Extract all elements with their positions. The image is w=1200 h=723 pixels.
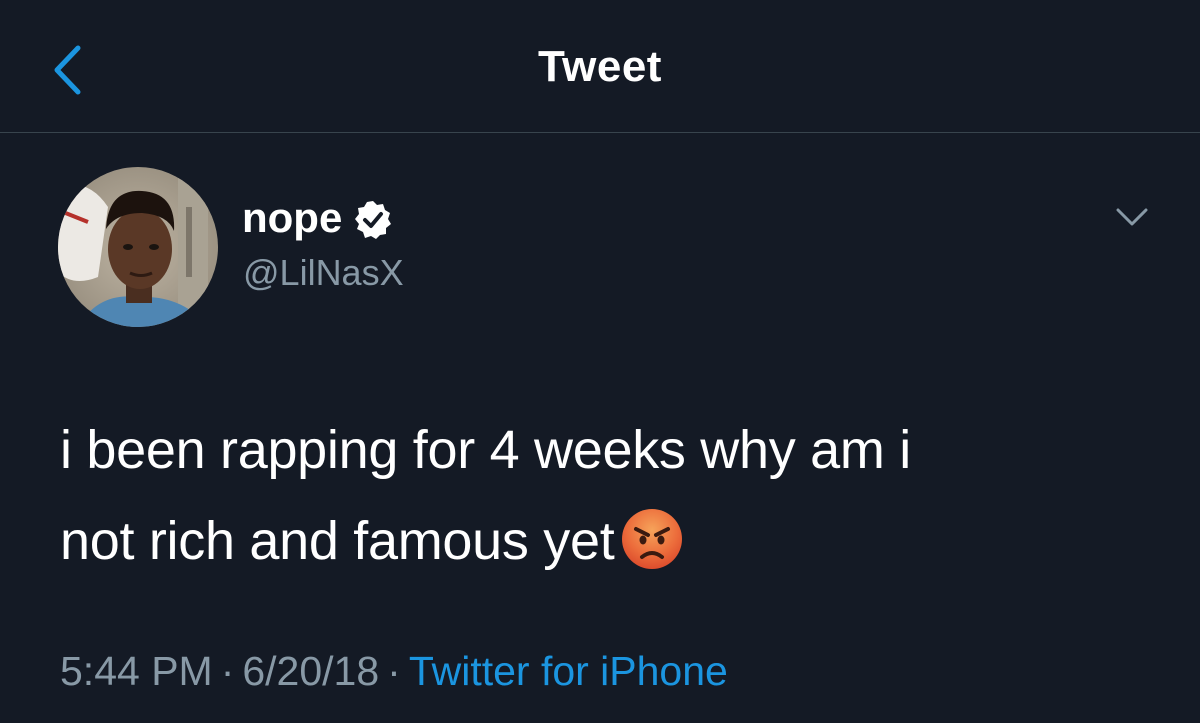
tweet-source-link[interactable]: Twitter for iPhone [409, 648, 728, 694]
chevron-down-icon [1116, 208, 1148, 226]
verified-badge-icon [355, 201, 392, 239]
page-title: Tweet [538, 42, 662, 91]
tweet-text: i been rapping for 4 weeks why am i not … [60, 405, 1140, 587]
meta-separator: · [387, 648, 401, 694]
display-name[interactable]: nope [242, 194, 342, 242]
meta-separator: · [220, 648, 235, 694]
tweet-meta: 5:44 PM · 6/20/18 · Twitter for iPhone [60, 648, 728, 695]
tweet-text-line: not rich and famous yet [60, 496, 1140, 587]
angry-face-icon [622, 509, 683, 569]
avatar-image [58, 167, 218, 327]
author-name-row[interactable]: nope [242, 188, 394, 248]
tweet-time: 5:44 PM [60, 648, 213, 694]
user-handle[interactable]: @LilNasX [243, 252, 404, 294]
tweet-options-button[interactable] [1112, 200, 1152, 236]
nav-header: Tweet [0, 0, 1200, 133]
tweet-text-segment: not rich and famous yet [60, 511, 615, 571]
tweet-date: 6/20/18 [242, 648, 380, 694]
tweet-text-line: i been rapping for 4 weeks why am i [60, 420, 911, 480]
avatar[interactable] [58, 167, 218, 327]
